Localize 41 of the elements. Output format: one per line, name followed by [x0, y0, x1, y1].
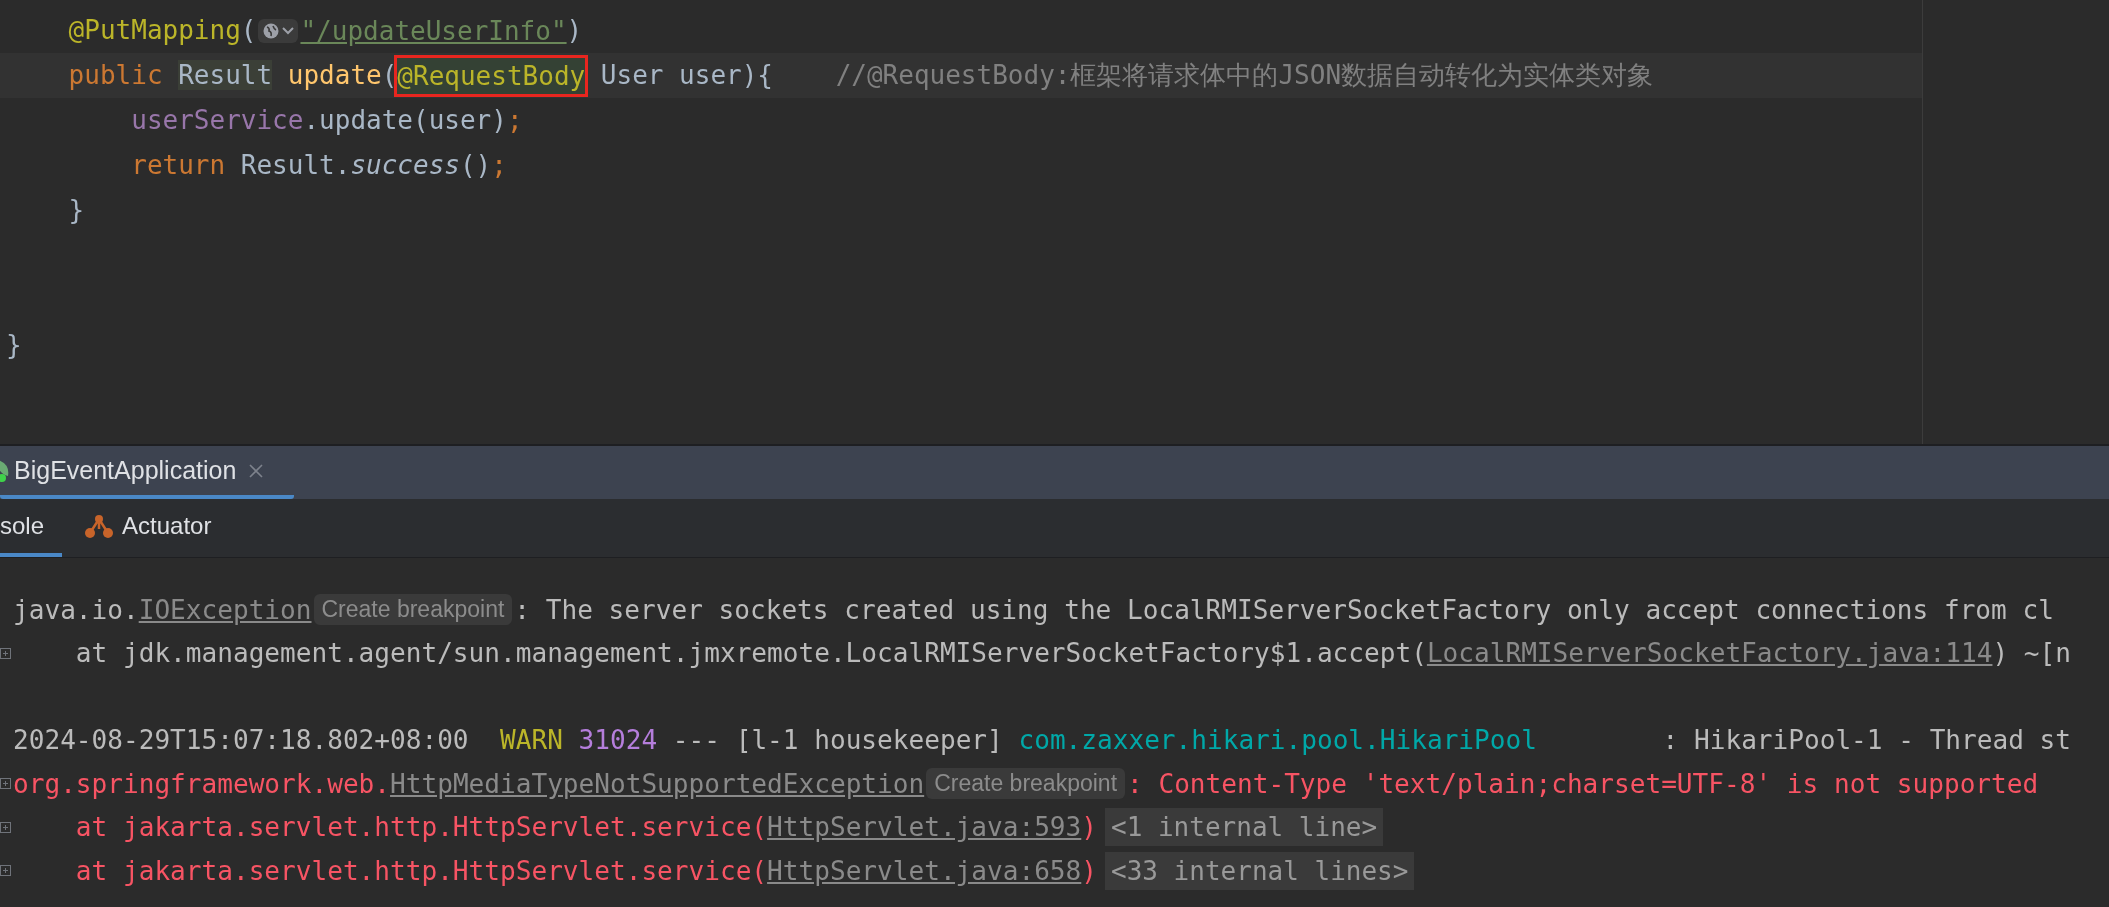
- source-link[interactable]: HttpServlet.java:658: [767, 855, 1082, 886]
- nodes-icon: [84, 513, 115, 539]
- code-text: }: [67, 194, 85, 227]
- code-editor[interactable]: @PutMapping( "/updateUserInfo") public Result update(@RequestBody User user){ //@RequestBody:框架将请求体中的JSON数据自动转化为实体类对象 userService.update(user); return Result.success(); } }: [0, 0, 2109, 446]
- log-text: 2024-08-29T15:07:18.802+08:00 WARN 31024 --- [l-1 housekeeper] com.zaxxer.hikari.pool.HikariPool : HikariPool-1 - Thread st: [13, 725, 2072, 756]
- highlighted-annotation: @RequestBody: [397, 57, 586, 94]
- source-link[interactable]: IOException: [138, 594, 312, 625]
- source-link[interactable]: HttpServlet.java:593: [767, 812, 1082, 843]
- code-text: User user){ //@RequestBody:框架将请求体中的JSON数据自动转化为实体类对象: [599, 59, 1654, 92]
- log-text: org.springframework.web.: [13, 768, 391, 799]
- source-link[interactable]: LocalRMIServerSocketFactory.java:114: [1426, 638, 1993, 669]
- log-text: at jdk.management.agent/sun.management.jmxremote.LocalRMIServerSocketFactory$1.accept(: [74, 638, 1427, 669]
- url-inlay[interactable]: [258, 18, 299, 43]
- tool-tab[interactable]: Actuator: [84, 499, 230, 557]
- source-link[interactable]: HttpMediaTypeNotSupportedException: [390, 768, 925, 799]
- internal-lines-button[interactable]: <1 internal line>: [1105, 808, 1384, 847]
- log-text: at jakarta.servlet.http.HttpServlet.service(: [74, 855, 768, 886]
- log-text: java.io.: [13, 594, 139, 625]
- chevron-down-icon: [282, 26, 295, 35]
- log-text: ): [1081, 855, 1097, 886]
- url-link[interactable]: "/updateUserInfo": [300, 12, 567, 49]
- code-text: return Result.success();: [130, 149, 507, 182]
- code-text: @PutMapping(: [67, 14, 257, 47]
- code-text: userService.update(user);: [130, 104, 523, 137]
- expand-icon[interactable]: [0, 647, 11, 659]
- internal-lines-button[interactable]: <33 internal lines>: [1105, 851, 1415, 890]
- code-text: }: [6, 329, 22, 362]
- log-text: ): [1081, 812, 1097, 843]
- expand-icon[interactable]: [0, 821, 11, 833]
- globe-icon: [262, 21, 281, 40]
- code-text: ): [566, 14, 583, 47]
- log-text: : The server sockets created using the LocalRMIServerSocketFactory only accept connections from cl: [514, 594, 2054, 625]
- code-text: public Result update(: [67, 59, 398, 90]
- log-text: ) ~[n: [1992, 638, 2071, 669]
- create-breakpoint-button[interactable]: Create breakpoint: [926, 768, 1126, 800]
- close-icon[interactable]: [248, 462, 265, 479]
- log-text: at jakarta.servlet.http.HttpServlet.service(: [74, 812, 768, 843]
- log-text: : Content-Type 'text/plain;charset=UTF-8' is not supported: [1127, 768, 2039, 799]
- expand-icon[interactable]: [0, 865, 11, 877]
- create-breakpoint-button[interactable]: Create breakpoint: [313, 594, 513, 626]
- expand-icon[interactable]: [0, 778, 11, 790]
